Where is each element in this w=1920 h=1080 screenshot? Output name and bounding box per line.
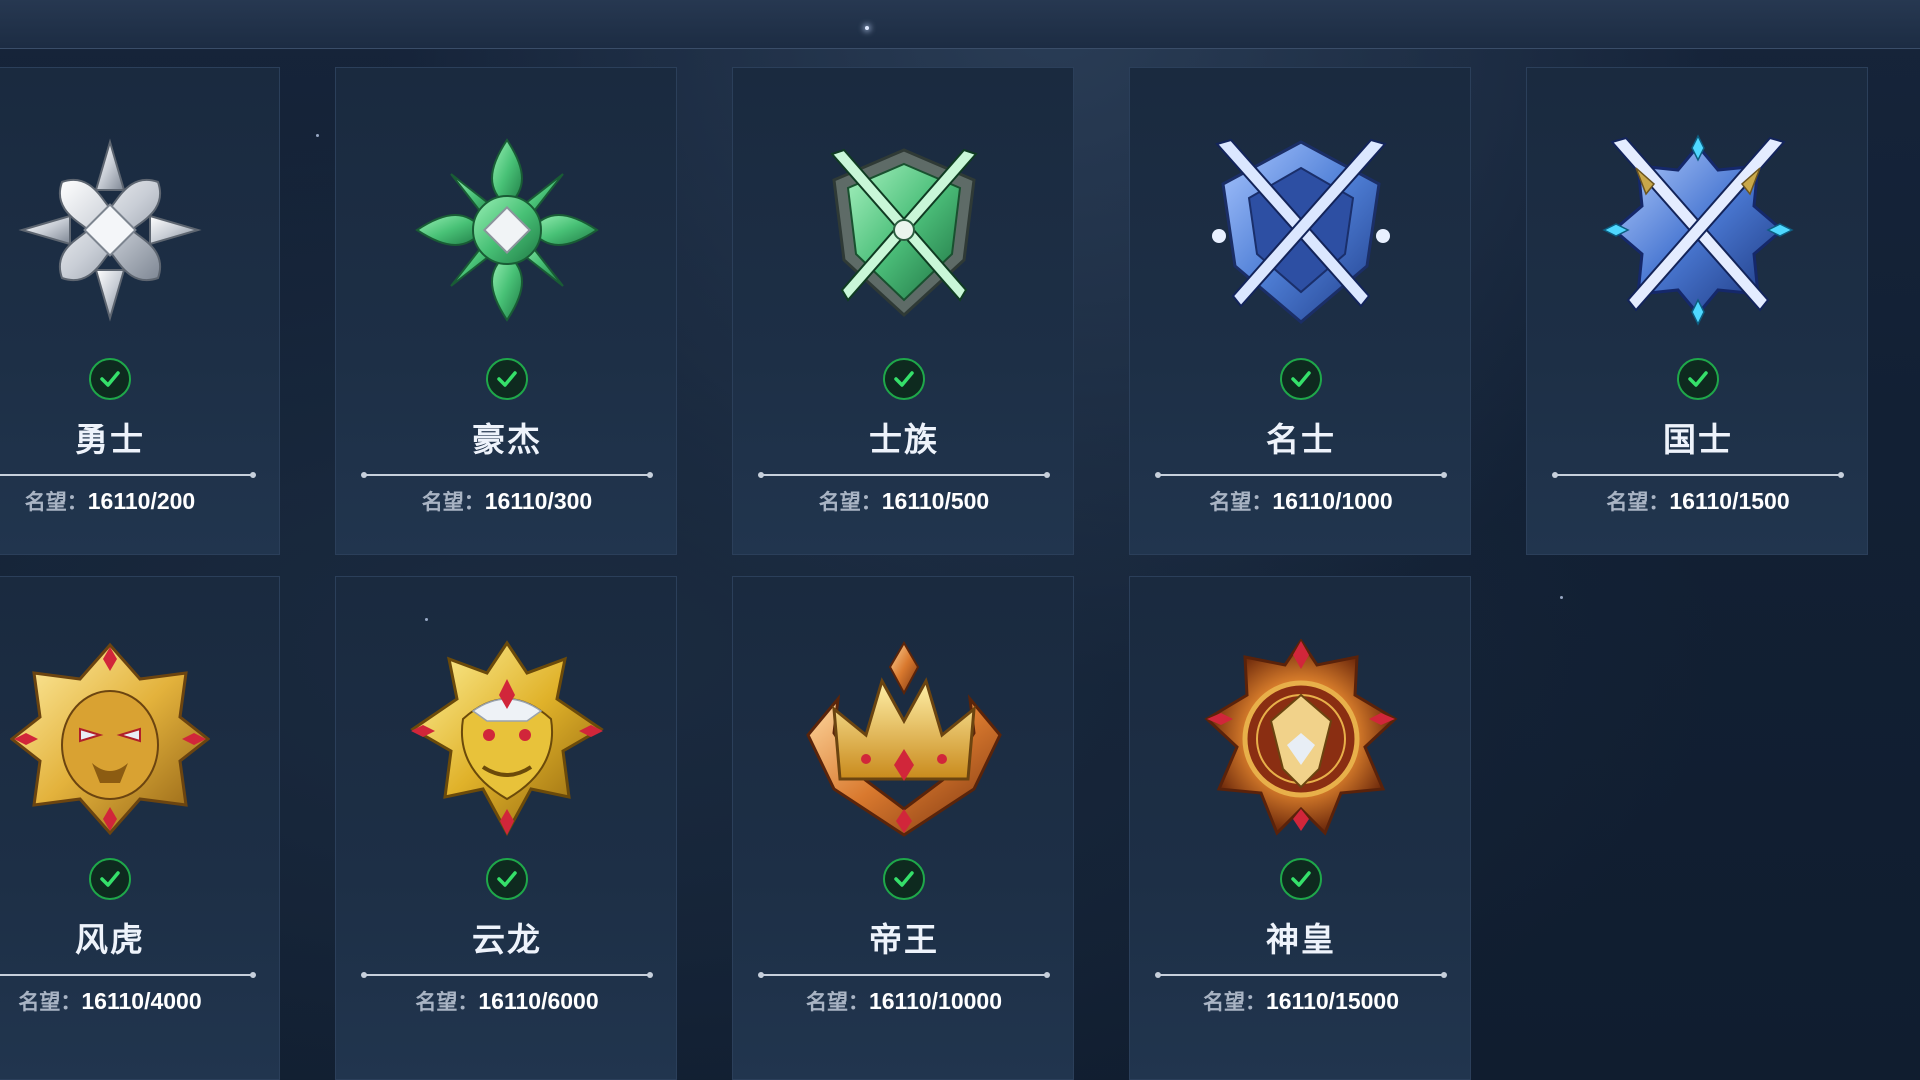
green-swords-shield-emblem-icon [804, 130, 1004, 330]
rank-card-guoshi[interactable]: 国士 名望：16110/1500 [1526, 67, 1868, 555]
rank-name: 名士 [1266, 421, 1336, 458]
rank-name: 豪杰 [472, 421, 542, 458]
divider-line [358, 470, 656, 480]
completed-check-icon [1280, 358, 1322, 400]
rank-card-yunlong[interactable]: 云龙 名望：16110/6000 [335, 576, 677, 1080]
completed-check-icon [486, 358, 528, 400]
fame-value: 16110/300 [484, 488, 593, 514]
rank-name: 勇士 [75, 421, 145, 458]
fame-label: 名望： [1209, 491, 1273, 514]
fame-value: 16110/1500 [1669, 488, 1790, 514]
completed-check-icon [89, 358, 131, 400]
fame-progress: 名望：16110/200 [0, 481, 281, 521]
silver-star-emblem-icon [10, 130, 210, 330]
divider-line [0, 970, 259, 980]
divider-line [755, 470, 1053, 480]
gold-dragon-emblem-icon [407, 639, 607, 839]
fame-progress: 名望：16110/1500 [1527, 481, 1869, 521]
fame-label: 名望： [415, 991, 479, 1014]
fame-value: 16110/200 [87, 488, 196, 514]
completed-check-icon [1677, 358, 1719, 400]
background-sparkle [425, 618, 428, 621]
background-sparkle [1560, 596, 1563, 599]
rank-name: 云龙 [472, 921, 542, 958]
completed-check-icon [89, 858, 131, 900]
fame-value: 16110/15000 [1265, 988, 1400, 1014]
divider-line [1549, 470, 1847, 480]
rank-card-yongshi[interactable]: 勇士 名望：16110/200 [0, 67, 280, 555]
completed-check-icon [883, 358, 925, 400]
rank-name: 士族 [869, 421, 939, 458]
divider-line [1152, 470, 1450, 480]
fame-value: 16110/500 [881, 488, 990, 514]
rank-name: 帝王 [869, 921, 939, 958]
fame-value: 16110/4000 [81, 988, 202, 1014]
divider-line [755, 970, 1053, 980]
gold-sun-emblem-icon [1201, 639, 1401, 839]
background-sparkle [316, 134, 319, 137]
fame-value: 16110/6000 [478, 988, 599, 1014]
fame-value: 16110/10000 [868, 988, 1003, 1014]
rank-card-fenghu[interactable]: 风虎 名望：16110/4000 [0, 576, 280, 1080]
completed-check-icon [1280, 858, 1322, 900]
gold-tiger-emblem-icon [10, 639, 210, 839]
light-sparkle [865, 26, 869, 30]
rank-card-mingshi[interactable]: 名士 名望：16110/1000 [1129, 67, 1471, 555]
gold-crown-emblem-icon [804, 639, 1004, 839]
fame-label: 名望： [805, 991, 869, 1014]
fame-progress: 名望：16110/15000 [1130, 981, 1472, 1021]
rank-card-shizu[interactable]: 士族 名望：16110/500 [732, 67, 1074, 555]
rank-name: 风虎 [75, 921, 145, 958]
fame-progress: 名望：16110/300 [336, 481, 678, 521]
fame-progress: 名望：16110/1000 [1130, 481, 1472, 521]
rank-card-haojie[interactable]: 豪杰 名望：16110/300 [335, 67, 677, 555]
divider-line [0, 470, 259, 480]
rank-name: 神皇 [1266, 921, 1336, 958]
rank-card-shenhuang[interactable]: 神皇 名望：16110/15000 [1129, 576, 1471, 1080]
fame-label: 名望： [1202, 991, 1266, 1014]
green-star-emblem-icon [407, 130, 607, 330]
top-bar [0, 0, 1920, 49]
divider-line [1152, 970, 1450, 980]
fame-label: 名望： [818, 491, 882, 514]
fame-progress: 名望：16110/4000 [0, 981, 281, 1021]
blue-swords-shield-emblem-icon [1201, 130, 1401, 330]
rank-name: 国士 [1663, 421, 1733, 458]
fame-label: 名望： [18, 991, 82, 1014]
fame-label: 名望： [421, 491, 485, 514]
rank-card-diwang[interactable]: 帝王 名望：16110/10000 [732, 576, 1074, 1080]
fame-progress: 名望：16110/10000 [733, 981, 1075, 1021]
rank-gallery-screen: 勇士 名望：16110/200 豪杰 名望：16110/300 士族 名望：16… [0, 0, 1920, 1080]
fame-progress: 名望：16110/6000 [336, 981, 678, 1021]
fame-value: 16110/1000 [1272, 488, 1393, 514]
completed-check-icon [883, 858, 925, 900]
divider-line [358, 970, 656, 980]
fame-label: 名望： [1606, 491, 1670, 514]
fame-label: 名望： [24, 491, 88, 514]
fame-progress: 名望：16110/500 [733, 481, 1075, 521]
completed-check-icon [486, 858, 528, 900]
blue-gem-swords-emblem-icon [1598, 130, 1798, 330]
